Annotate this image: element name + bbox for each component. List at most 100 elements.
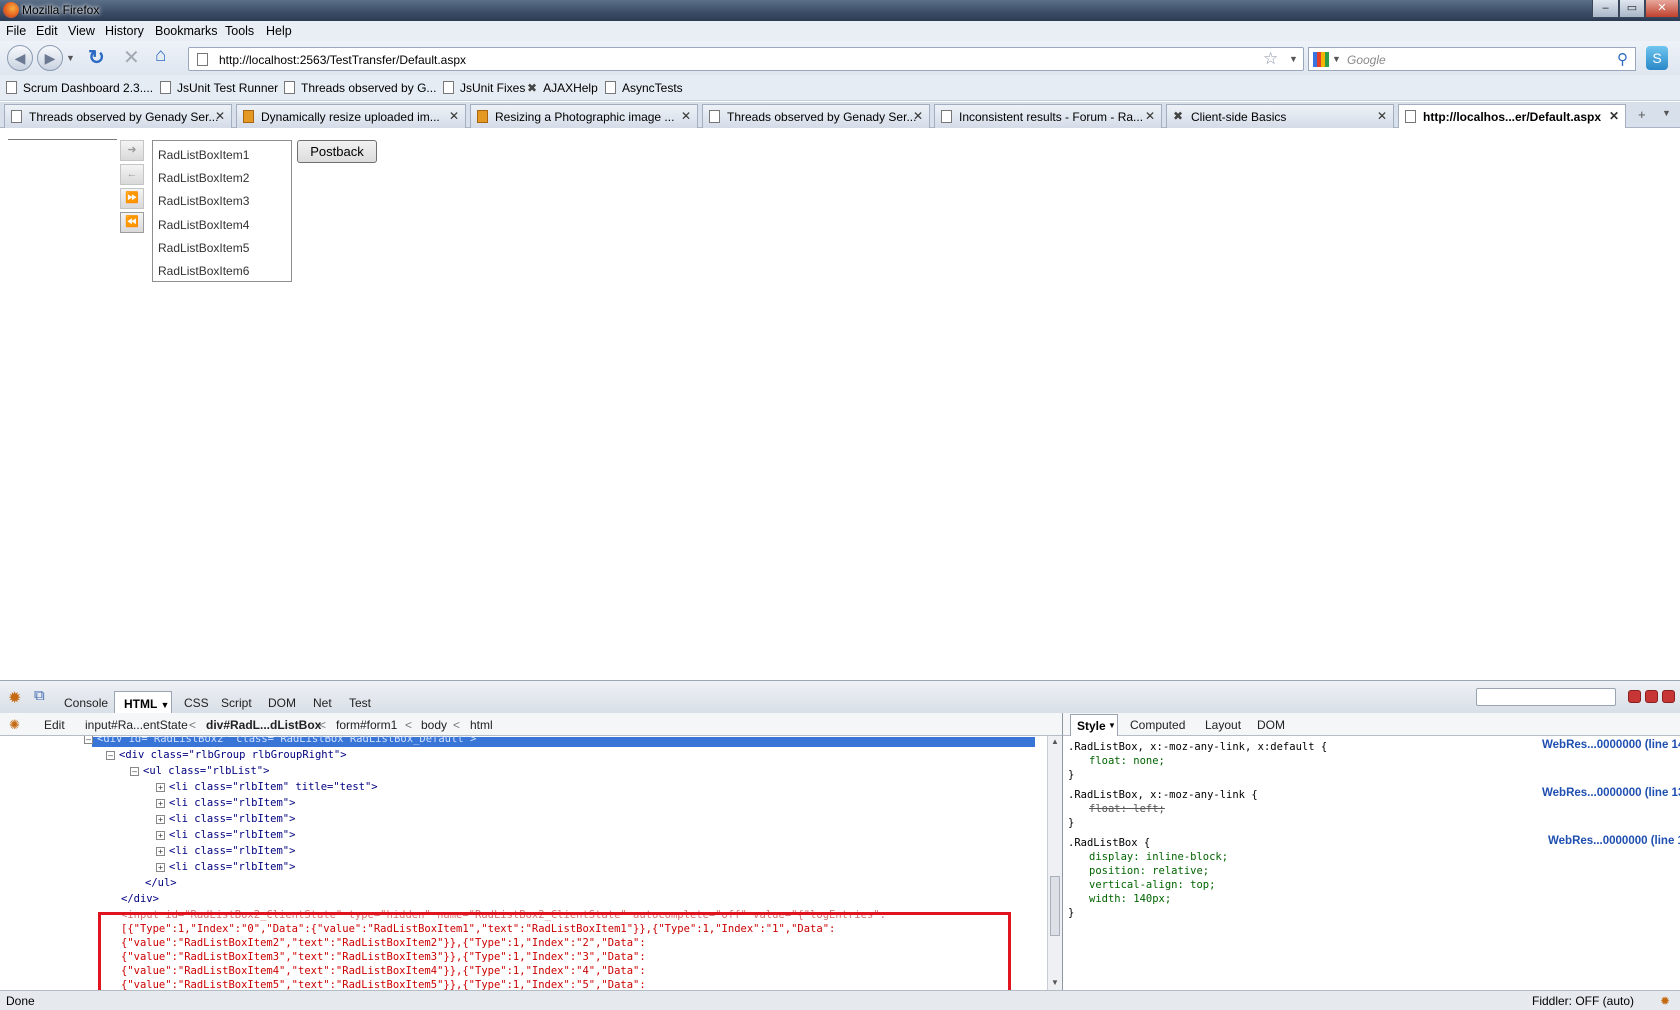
css-property[interactable]: position: relative; xyxy=(1089,864,1209,878)
expand-icon[interactable]: + xyxy=(156,783,165,792)
css-property[interactable]: display: inline-block; xyxy=(1089,850,1228,864)
close-tab-icon[interactable]: ✕ xyxy=(1609,109,1619,123)
menu-help[interactable]: Help xyxy=(266,24,292,38)
tab-test[interactable]: Test xyxy=(349,696,371,710)
scroll-down-icon[interactable]: ▼ xyxy=(1051,978,1059,987)
transfer-all-left-button[interactable]: ⏪ xyxy=(120,212,144,233)
transfer-left-button[interactable]: ← xyxy=(120,164,144,185)
firebug-search-input[interactable] xyxy=(1476,688,1616,706)
bookmark-item[interactable]: Threads observed by G... xyxy=(284,81,436,95)
css-source-link[interactable]: WebRes...0000000 (line 1) xyxy=(1548,835,1680,847)
history-dropdown-icon[interactable]: ▼ xyxy=(66,53,75,63)
html-node[interactable]: + <li class="rlbItem"> xyxy=(156,812,295,826)
list-item[interactable]: RadListBoxItem4 xyxy=(158,218,249,232)
expand-icon[interactable]: + xyxy=(156,799,165,808)
search-icon[interactable]: ⚲ xyxy=(1617,50,1628,68)
close-tab-icon[interactable]: ✕ xyxy=(215,109,225,123)
html-node[interactable]: – <div id="RadListBox2" class="RadListBox… xyxy=(84,736,476,746)
menu-history[interactable]: History xyxy=(105,24,144,38)
tab-threads-genady[interactable]: Threads observed by Genady Ser... ✕ xyxy=(4,104,232,128)
expand-icon[interactable]: + xyxy=(156,815,165,824)
css-property[interactable]: vertical-align: top; xyxy=(1089,878,1215,892)
firebug-close-icon[interactable] xyxy=(1662,690,1675,703)
forward-icon[interactable]: ▶ xyxy=(37,45,63,71)
list-item[interactable]: RadListBoxItem1 xyxy=(158,148,249,162)
tab-inconsistent-results[interactable]: Inconsistent results - Forum - Ra... ✕ xyxy=(934,104,1162,128)
close-window-button[interactable]: ✕ xyxy=(1645,0,1679,18)
bookmark-item[interactable]: ✖ AJAXHelp xyxy=(527,81,598,95)
menu-bookmarks[interactable]: Bookmarks xyxy=(155,24,218,38)
home-icon[interactable]: ⌂ xyxy=(155,45,166,67)
html-node[interactable]: + <li class="rlbItem" title="test"> xyxy=(156,780,378,794)
rad-listbox[interactable]: RadListBoxItem1 RadListBoxItem2 RadListB… xyxy=(152,140,292,282)
expand-icon[interactable]: + xyxy=(156,831,165,840)
reload-icon[interactable]: ↻ xyxy=(88,45,105,70)
menu-tools[interactable]: Tools xyxy=(225,24,254,38)
collapse-icon[interactable]: – xyxy=(130,767,139,776)
firebug-minimize-icon[interactable] xyxy=(1628,690,1641,703)
html-node[interactable]: + <li class="rlbItem"> xyxy=(156,828,295,842)
stop-icon[interactable]: ✕ xyxy=(123,45,140,70)
collapse-icon[interactable]: – xyxy=(106,751,115,760)
transfer-right-button[interactable]: ➜ xyxy=(120,140,144,161)
back-icon[interactable]: ◀ xyxy=(7,45,33,71)
tab-layout[interactable]: Layout xyxy=(1205,718,1241,732)
breadcrumb-div[interactable]: div#RadL...dListBox xyxy=(206,718,321,732)
expand-icon[interactable]: + xyxy=(156,847,165,856)
postback-button[interactable]: Postback xyxy=(297,140,377,163)
html-node[interactable]: </ul> xyxy=(145,876,177,890)
inspect-icon[interactable]: ⧉ xyxy=(34,687,45,704)
css-property[interactable]: float: none; xyxy=(1089,754,1165,768)
html-node[interactable]: + <li class="rlbItem"> xyxy=(156,860,295,874)
html-node[interactable]: – <ul class="rlbList"> xyxy=(130,764,269,778)
tab-computed[interactable]: Computed xyxy=(1130,718,1185,732)
firebug-icon[interactable]: ✹ xyxy=(8,688,21,708)
firebug-detach-icon[interactable] xyxy=(1645,690,1658,703)
list-item[interactable]: RadListBoxItem3 xyxy=(158,194,249,208)
html-node[interactable]: – <div class="rlbGroup rlbGroupRight"> xyxy=(106,748,347,762)
html-node[interactable]: </div> xyxy=(121,892,159,906)
tab-dynamically-resize[interactable]: Dynamically resize uploaded im... ✕ xyxy=(236,104,466,128)
engine-dropdown-icon[interactable]: ▼ xyxy=(1332,54,1341,64)
menu-view[interactable]: View xyxy=(68,24,95,38)
fiddler-status[interactable]: Fiddler: OFF (auto) xyxy=(1532,994,1634,1008)
html-node[interactable]: + <li class="rlbItem"> xyxy=(156,844,295,858)
tab-css[interactable]: CSS xyxy=(184,696,209,710)
expand-icon[interactable]: + xyxy=(156,863,165,872)
tab-dom[interactable]: DOM xyxy=(268,696,296,710)
tab-default-aspx[interactable]: http://localhos...er/Default.aspx ✕ xyxy=(1398,104,1626,129)
breadcrumb-html[interactable]: html xyxy=(470,718,493,732)
bookmark-item[interactable]: Scrum Dashboard 2.3.... xyxy=(6,81,153,95)
firebug-status-icon[interactable]: ✹ xyxy=(1660,994,1670,1008)
scrollbar-thumb[interactable] xyxy=(1050,876,1060,936)
search-box[interactable]: ▼ Google ⚲ xyxy=(1308,47,1636,71)
menu-file[interactable]: File xyxy=(6,24,26,38)
close-tab-icon[interactable]: ✕ xyxy=(913,109,923,123)
transfer-all-right-button[interactable]: ⏩ xyxy=(120,188,144,209)
breadcrumb-input[interactable]: input#Ra...entState xyxy=(85,718,188,732)
close-tab-icon[interactable]: ✕ xyxy=(1377,109,1387,123)
tab-resizing-photographic[interactable]: Resizing a Photographic image ... ✕ xyxy=(470,104,698,128)
address-bar[interactable]: http://localhost:2563/TestTransfer/Defau… xyxy=(188,47,1304,71)
close-tab-icon[interactable]: ✕ xyxy=(1145,109,1155,123)
menu-edit[interactable]: Edit xyxy=(36,24,58,38)
scroll-up-icon[interactable]: ▲ xyxy=(1051,737,1059,746)
css-property[interactable]: width: 140px; xyxy=(1089,892,1171,906)
list-item[interactable]: RadListBoxItem6 xyxy=(158,264,249,278)
breadcrumb-form[interactable]: form#form1 xyxy=(336,718,397,732)
bookmark-item[interactable]: JsUnit Fixes xyxy=(443,81,525,95)
bookmark-item[interactable]: AsyncTests xyxy=(605,81,683,95)
bookmark-star-icon[interactable]: ☆ xyxy=(1263,49,1278,69)
css-property-overridden[interactable]: float: left; xyxy=(1089,802,1165,816)
edit-button[interactable]: Edit xyxy=(44,718,65,732)
collapse-icon[interactable]: – xyxy=(84,736,93,744)
list-item[interactable]: RadListBoxItem2 xyxy=(158,171,249,185)
bookmark-item[interactable]: JsUnit Test Runner xyxy=(160,81,278,95)
list-item[interactable]: RadListBoxItem5 xyxy=(158,241,249,255)
tab-console[interactable]: Console xyxy=(64,696,108,710)
html-node[interactable]: + <li class="rlbItem"> xyxy=(156,796,295,810)
url-dropdown-icon[interactable]: ▼ xyxy=(1289,54,1298,64)
close-tab-icon[interactable]: ✕ xyxy=(681,109,691,123)
new-tab-icon[interactable]: + xyxy=(1638,107,1646,122)
tab-net[interactable]: Net xyxy=(313,696,332,710)
